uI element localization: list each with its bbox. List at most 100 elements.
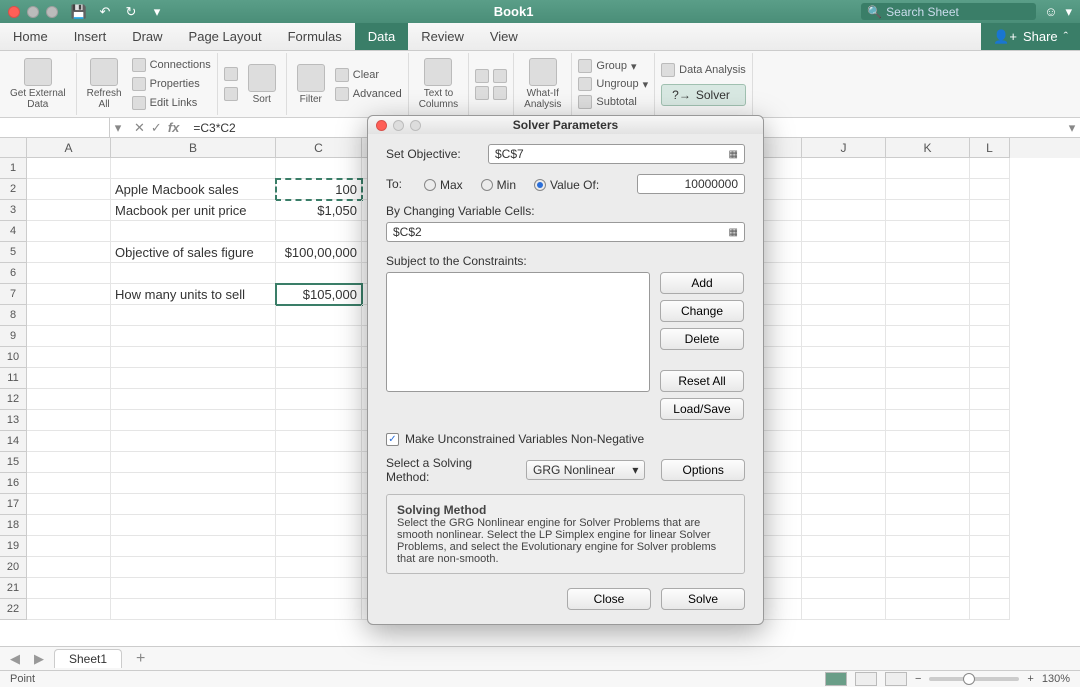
cell[interactable]: Apple Macbook sales — [111, 179, 276, 200]
cell[interactable] — [886, 179, 970, 200]
cell[interactable]: $105,000 — [276, 284, 362, 305]
sheet-tab-1[interactable]: Sheet1 — [54, 649, 122, 668]
dialog-titlebar[interactable]: Solver Parameters — [368, 116, 763, 134]
cell[interactable] — [276, 578, 362, 599]
ribbon-toggle-icon[interactable]: ▾ — [1065, 4, 1072, 20]
page-layout-view-button[interactable] — [855, 672, 877, 686]
zoom-in-button[interactable]: + — [1027, 673, 1033, 685]
customize-qat-icon[interactable]: ▾ — [148, 3, 166, 21]
zoom-thumb[interactable] — [963, 673, 975, 685]
row-header[interactable]: 10 — [0, 347, 27, 368]
search-sheet-input[interactable]: 🔍 Search Sheet — [861, 3, 1036, 20]
change-constraint-button[interactable]: Change — [660, 300, 744, 322]
cancel-formula-icon[interactable]: ✕ — [134, 120, 145, 136]
cell[interactable] — [886, 158, 970, 179]
cell[interactable] — [970, 431, 1010, 452]
cell[interactable] — [886, 242, 970, 263]
cell[interactable] — [111, 494, 276, 515]
what-if-button[interactable]: What-If Analysis — [520, 56, 565, 112]
cell[interactable] — [970, 515, 1010, 536]
cell[interactable] — [276, 263, 362, 284]
cell[interactable] — [27, 578, 111, 599]
cell[interactable] — [802, 431, 886, 452]
cell[interactable] — [111, 410, 276, 431]
cell[interactable] — [886, 431, 970, 452]
cell[interactable] — [111, 158, 276, 179]
cell[interactable] — [802, 263, 886, 284]
zoom-slider[interactable] — [929, 677, 1019, 681]
max-radio[interactable]: Max — [424, 177, 463, 192]
row-header[interactable]: 16 — [0, 473, 27, 494]
cell[interactable] — [276, 452, 362, 473]
cell[interactable] — [27, 410, 111, 431]
cell[interactable] — [276, 557, 362, 578]
cell[interactable] — [27, 284, 111, 305]
cell[interactable] — [886, 578, 970, 599]
cell[interactable] — [111, 536, 276, 557]
cell[interactable] — [886, 494, 970, 515]
fx-icon[interactable]: fx — [168, 120, 180, 136]
cell[interactable] — [970, 536, 1010, 557]
cell[interactable] — [111, 221, 276, 242]
cell[interactable] — [111, 452, 276, 473]
collapse-ribbon-icon[interactable]: ˆ — [1064, 29, 1068, 44]
options-button[interactable]: Options — [661, 459, 745, 481]
consolidate-icon[interactable] — [493, 86, 507, 100]
subtotal-button[interactable]: Subtotal — [578, 94, 648, 110]
row-header[interactable]: 6 — [0, 263, 27, 284]
undo-icon[interactable]: ↶ — [96, 3, 114, 21]
ungroup-button[interactable]: Ungroup ▾ — [578, 76, 648, 92]
cell[interactable] — [970, 326, 1010, 347]
solving-method-select[interactable]: GRG Nonlinear ▾ — [526, 460, 645, 480]
cell[interactable] — [970, 242, 1010, 263]
min-radio[interactable]: Min — [481, 177, 516, 192]
range-picker-icon[interactable]: ▦ — [725, 227, 738, 238]
cell[interactable] — [802, 473, 886, 494]
cell[interactable] — [27, 158, 111, 179]
edit-links-button[interactable]: Edit Links — [132, 95, 211, 111]
value-of-radio[interactable]: Value Of: — [534, 177, 599, 192]
cell[interactable] — [276, 473, 362, 494]
cell[interactable] — [27, 557, 111, 578]
cell[interactable] — [276, 221, 362, 242]
cell[interactable] — [27, 221, 111, 242]
add-constraint-button[interactable]: Add — [660, 272, 744, 294]
refresh-all-button[interactable]: Refresh All — [83, 56, 126, 112]
cell[interactable] — [802, 578, 886, 599]
cell[interactable] — [27, 515, 111, 536]
row-header[interactable]: 21 — [0, 578, 27, 599]
cell[interactable] — [886, 221, 970, 242]
remove-duplicates-icon[interactable] — [475, 86, 489, 100]
cell[interactable] — [802, 284, 886, 305]
col-header-b[interactable]: B — [111, 138, 276, 158]
normal-view-button[interactable] — [825, 672, 847, 686]
cell[interactable] — [276, 431, 362, 452]
advanced-filter-button[interactable]: Advanced — [335, 86, 402, 102]
properties-button[interactable]: Properties — [132, 76, 211, 92]
cell[interactable] — [111, 347, 276, 368]
cell[interactable] — [111, 578, 276, 599]
cell[interactable] — [27, 452, 111, 473]
cell[interactable] — [802, 179, 886, 200]
cell[interactable] — [970, 305, 1010, 326]
cell[interactable] — [886, 263, 970, 284]
tab-page-layout[interactable]: Page Layout — [176, 23, 275, 50]
cell[interactable] — [27, 242, 111, 263]
cell[interactable] — [111, 305, 276, 326]
tab-view[interactable]: View — [477, 23, 531, 50]
save-icon[interactable]: 💾 — [70, 3, 88, 21]
cell[interactable] — [802, 494, 886, 515]
cell[interactable] — [276, 515, 362, 536]
cell[interactable] — [276, 599, 362, 620]
cell[interactable]: Macbook per unit price — [111, 200, 276, 221]
cell[interactable] — [802, 221, 886, 242]
name-box[interactable] — [0, 118, 110, 138]
cell[interactable] — [27, 326, 111, 347]
row-header[interactable]: 12 — [0, 389, 27, 410]
cell[interactable] — [27, 347, 111, 368]
row-header[interactable]: 17 — [0, 494, 27, 515]
tab-review[interactable]: Review — [408, 23, 477, 50]
dialog-close-icon[interactable] — [376, 120, 387, 131]
next-sheet-icon[interactable]: ▶ — [30, 651, 48, 667]
cell[interactable] — [886, 599, 970, 620]
